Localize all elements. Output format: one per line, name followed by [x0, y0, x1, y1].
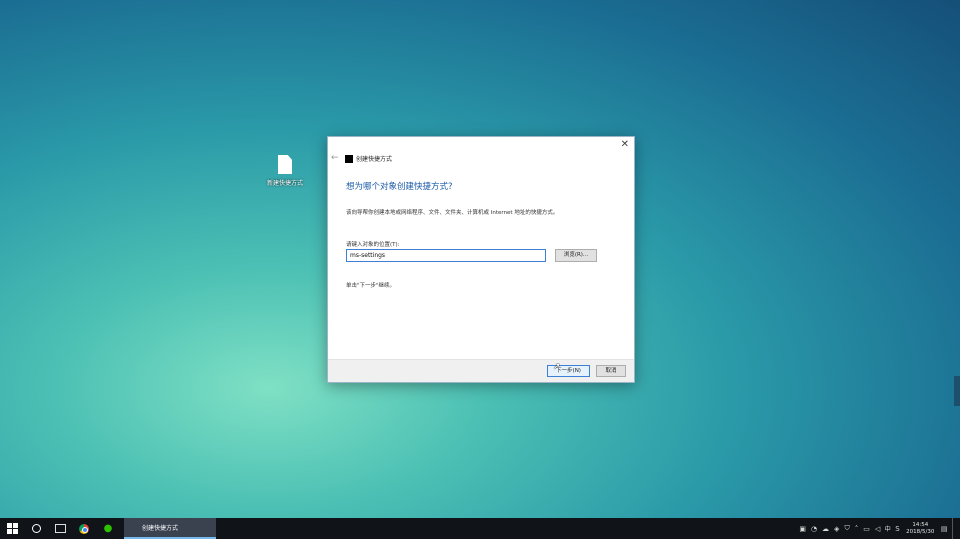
continue-hint: 单击"下一步"继续。	[346, 283, 396, 289]
cancel-button[interactable]: 取消	[596, 365, 626, 377]
mouse-cursor-icon: ➚	[553, 362, 561, 372]
dialog-title: 创建快捷方式	[356, 156, 393, 163]
ime-indicator[interactable]: 中	[885, 524, 891, 533]
create-shortcut-dialog: ✕ ← 创建快捷方式 想为哪个对象创建快捷方式? 该向导帮你创建本地或网络程序、…	[327, 136, 635, 383]
dialog-titlebar: 创建快捷方式	[345, 154, 392, 163]
wechat-tray-icon[interactable]: ◔	[811, 525, 817, 533]
desktop-shortcut-label: 新建快捷方式	[266, 180, 303, 187]
desktop-shortcut[interactable]: 新建快捷方式	[262, 155, 308, 187]
windows-start-icon[interactable]	[0, 518, 24, 539]
taskbar-task-create-shortcut[interactable]: 创建快捷方式	[124, 518, 216, 539]
clock-time: 14:54	[912, 521, 929, 528]
cloud-icon[interactable]: ☁	[822, 525, 829, 533]
sogou-icon[interactable]: S	[895, 525, 899, 533]
notification-icon[interactable]: ▤	[941, 525, 948, 533]
file-icon	[278, 155, 292, 174]
location-input[interactable]	[346, 249, 546, 262]
back-arrow-icon[interactable]: ←	[331, 153, 339, 163]
volume-icon[interactable]: ◁	[875, 525, 880, 533]
dialog-description: 该向导帮你创建本地或网络程序、文件、文件夹、计算机或 Internet 地址的快…	[346, 210, 559, 216]
wechat-icon[interactable]: ●	[96, 518, 120, 539]
chrome-icon[interactable]	[72, 518, 96, 539]
show-desktop-button[interactable]	[952, 518, 956, 539]
keyboard-icon[interactable]: ▣	[799, 525, 806, 533]
clock[interactable]: 14:54 2018/5/30	[906, 522, 934, 536]
task-view-icon[interactable]	[48, 518, 72, 539]
dialog-footer: 下一步(N) 取消 ➚	[328, 359, 634, 382]
cortana-icon[interactable]	[24, 518, 48, 539]
shield-icon[interactable]: ⛉	[844, 524, 849, 533]
location-label: 请键入对象的位置(T):	[346, 242, 400, 248]
browse-button[interactable]: 浏览(R)...	[555, 249, 597, 262]
clock-date: 2018/5/30	[906, 528, 935, 535]
close-icon[interactable]: ✕	[621, 139, 629, 150]
taskbar: ● 创建快捷方式 ▣ ◔ ☁ ◈ ⛉ ˄ ▭ ◁ 中 S 14:54 2018/…	[0, 518, 960, 539]
chevron-up-icon[interactable]: ˄	[855, 525, 859, 533]
system-tray: ▣ ◔ ☁ ◈ ⛉ ˄ ▭ ◁ 中 S 14:54 2018/5/30 ▤	[797, 518, 960, 539]
dialog-heading: 想为哪个对象创建快捷方式?	[346, 182, 453, 192]
network-icon[interactable]: ▭	[863, 525, 870, 533]
wizard-icon	[345, 154, 353, 163]
nvidia-icon[interactable]: ◈	[834, 525, 839, 533]
edge-widget	[954, 376, 960, 406]
